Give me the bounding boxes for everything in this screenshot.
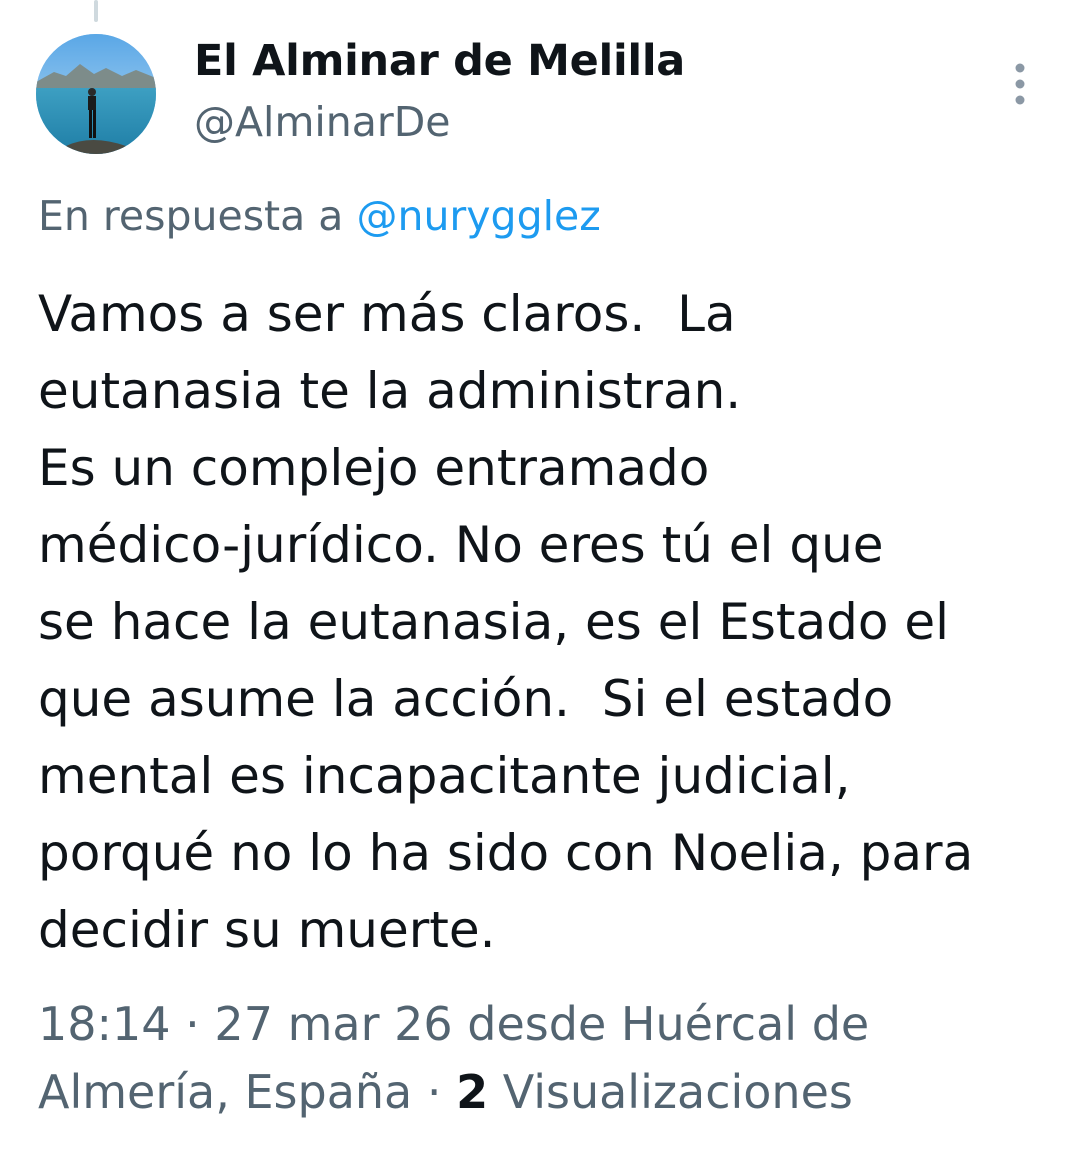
views-count[interactable]: 2 — [456, 1065, 488, 1119]
tweet-text-line: médico-jurídico. No eres tú el que — [38, 516, 884, 574]
timestamp-location[interactable]: 18:14 · 27 mar 26 desde Huércal de — [38, 990, 1058, 1058]
avatar[interactable] — [36, 34, 156, 154]
more-options-button[interactable] — [1000, 56, 1040, 112]
avatar-image — [36, 34, 156, 154]
tweet-text-line: mental es incapacitante judicial, — [38, 747, 851, 805]
tweet-text-line: decidir su muerte. — [38, 901, 496, 959]
tweet-text-line: Vamos a ser más claros. La — [38, 285, 736, 343]
thread-connector-line — [94, 0, 98, 22]
author-display-name[interactable]: El Alminar de Melilla — [194, 36, 685, 86]
tweet-text-line: que asume la acción. Si el estado — [38, 670, 894, 728]
location-text: Almería, España · — [38, 1065, 457, 1119]
author-handle[interactable]: @AlminarDe — [194, 98, 451, 146]
reply-context: En respuesta a @nurygglez — [38, 192, 601, 240]
tweet-text-line: eutanasia te la administran. — [38, 362, 742, 420]
tweet-text: Vamos a ser más claros. La eutanasia te … — [38, 276, 1058, 969]
location-views-line: Almería, España · 2 Visualizaciones — [38, 1058, 1058, 1126]
tweet-text-line: porqué no lo ha sido con Noelia, para — [38, 824, 974, 882]
tweet-text-line: se hace la eutanasia, es el Estado el — [38, 593, 950, 651]
reply-prefix: En respuesta a — [38, 192, 357, 240]
views-label[interactable]: Visualizaciones — [488, 1065, 853, 1119]
more-vertical-icon — [1015, 63, 1025, 105]
reply-mention-link[interactable]: @nurygglez — [356, 192, 600, 240]
tweet-text-line: Es un complejo entramado — [38, 439, 710, 497]
tweet-metadata: 18:14 · 27 mar 26 desde Huércal de Almer… — [38, 990, 1058, 1126]
